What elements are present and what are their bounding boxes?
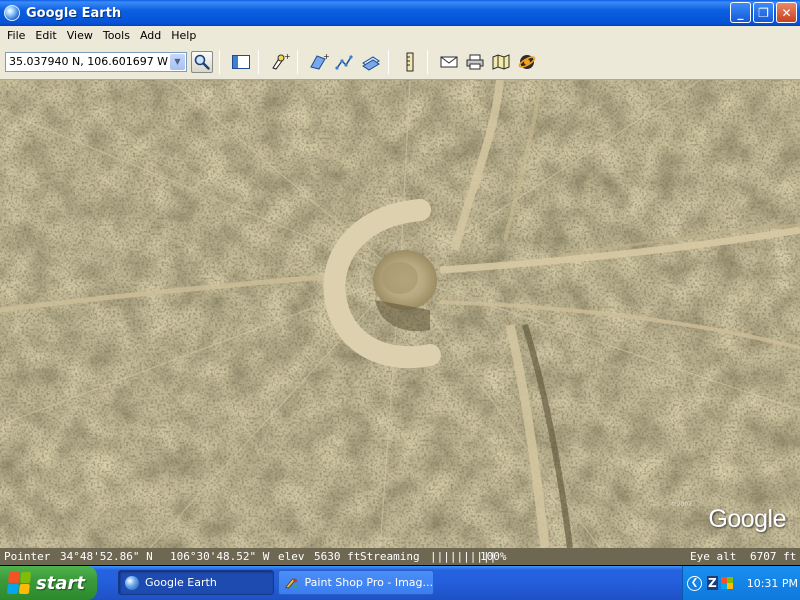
eye-alt-label: Eye alt <box>690 550 737 563</box>
system-tray: ❮ Z 10:31 PM <box>682 566 800 600</box>
window-title: Google Earth <box>26 5 122 21</box>
location-search-value: 35.037940 N, 106.601697 W <box>9 55 169 68</box>
eye-alt-value: 6707 ft <box>750 550 797 563</box>
start-button[interactable]: start <box>0 566 97 600</box>
minimize-icon: _ <box>737 5 744 20</box>
pointer-label: Pointer <box>4 550 51 563</box>
menu-view[interactable]: View <box>62 29 98 42</box>
toolbar-divider <box>427 49 428 74</box>
email-icon <box>440 56 458 67</box>
windows-flag-icon[interactable] <box>720 577 733 589</box>
zonealarm-icon[interactable]: Z <box>707 576 718 590</box>
taskbar: start Google Earth Paint Shop Pro - Imag… <box>0 566 800 600</box>
add-path-button[interactable] <box>334 51 356 73</box>
ruler-button[interactable] <box>399 51 421 73</box>
globe-icon <box>125 575 139 590</box>
sky-icon <box>518 54 536 69</box>
maximize-button[interactable]: ❐ <box>753 2 774 23</box>
elevation-value: 5630 ft <box>314 550 361 563</box>
elevation-label: elev <box>278 550 305 563</box>
sidebar-icon <box>232 54 250 69</box>
status-bar: Pointer 34°48'52.86" N 106°30'48.52" W e… <box>0 548 800 565</box>
toolbar-divider <box>219 49 220 74</box>
pointer-longitude: 106°30'48.52" W <box>170 550 270 563</box>
add-placemark-button[interactable]: + <box>269 51 291 73</box>
menu-tools[interactable]: Tools <box>98 29 135 42</box>
image-overlay-icon <box>362 55 380 71</box>
satellite-imagery <box>0 80 800 548</box>
taskbar-item-paint-shop-pro[interactable]: Paint Shop Pro - Imag... <box>278 570 434 595</box>
close-button[interactable]: ✕ <box>776 2 797 23</box>
taskbar-item-label: Google Earth <box>145 576 217 589</box>
title-bar: Google Earth _ ❐ ✕ <box>0 0 800 26</box>
search-icon <box>194 54 210 70</box>
sidebar-toggle-button[interactable] <box>230 51 252 73</box>
view-in-google-maps-button[interactable] <box>490 51 512 73</box>
menu-help[interactable]: Help <box>166 29 201 42</box>
globe-icon <box>4 5 20 21</box>
svg-text:+: + <box>323 53 329 61</box>
google-logo: Google <box>708 505 786 533</box>
google-maps-icon <box>492 53 510 70</box>
add-polygon-button[interactable]: + <box>308 51 330 73</box>
minimize-button[interactable]: _ <box>730 2 751 23</box>
polygon-icon: + <box>310 53 329 70</box>
print-button[interactable] <box>464 51 486 73</box>
menu-edit[interactable]: Edit <box>30 29 61 42</box>
toolbar: 35.037940 N, 106.601697 W ▼ + + <box>0 44 800 80</box>
streaming-label: Streaming <box>360 550 420 563</box>
imagery-copyright: ©2007 <box>670 501 692 508</box>
streaming-percent: 100% <box>480 550 507 563</box>
maximize-icon: ❐ <box>758 5 769 20</box>
placemark-icon: + <box>272 53 290 70</box>
toolbar-divider <box>258 49 259 74</box>
menu-add[interactable]: Add <box>135 29 166 42</box>
location-search-input[interactable]: 35.037940 N, 106.601697 W ▼ <box>5 51 187 72</box>
paint-icon <box>285 577 298 589</box>
taskbar-item-label: Paint Shop Pro - Imag... <box>304 576 433 589</box>
toolbar-divider <box>297 49 298 74</box>
earth-view[interactable]: ©2007 Google <box>0 80 800 548</box>
menu-file[interactable]: File <box>2 29 30 42</box>
email-button[interactable] <box>438 51 460 73</box>
taskbar-item-google-earth[interactable]: Google Earth <box>118 570 274 595</box>
menu-bar: File Edit View Tools Add Help <box>0 26 800 44</box>
pointer-latitude: 34°48'52.86" N <box>60 550 153 563</box>
search-button[interactable] <box>191 50 213 73</box>
add-image-overlay-button[interactable] <box>360 51 382 73</box>
window-controls: _ ❐ ✕ <box>730 2 797 23</box>
svg-text:+: + <box>284 53 290 61</box>
clock[interactable]: 10:31 PM <box>747 577 798 590</box>
path-icon <box>335 54 353 70</box>
ruler-icon <box>406 52 414 71</box>
sky-button[interactable] <box>516 51 538 73</box>
close-icon: ✕ <box>781 5 792 20</box>
chevron-down-icon[interactable]: ▼ <box>170 53 185 70</box>
windows-flag-icon <box>6 572 32 594</box>
show-hidden-icon[interactable]: ❮ <box>687 575 702 591</box>
start-label: start <box>36 572 85 594</box>
toolbar-divider <box>388 49 389 74</box>
print-icon <box>466 54 484 69</box>
